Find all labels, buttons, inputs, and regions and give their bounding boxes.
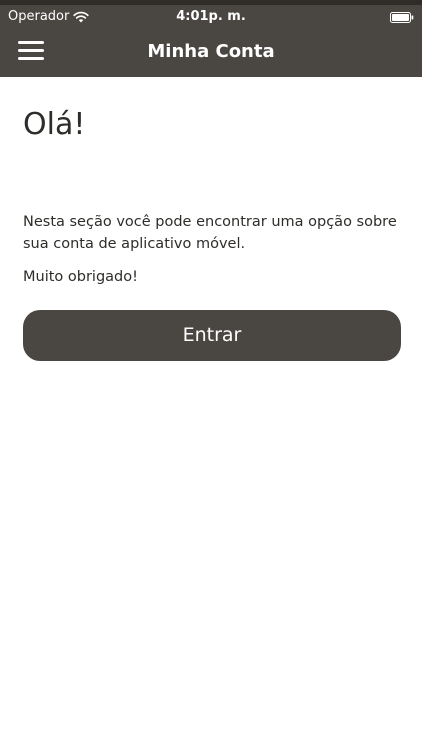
status-bar: Operador 4:01p. m.	[0, 5, 422, 29]
navigation-bar: Minha Conta	[0, 29, 422, 77]
status-time: 4:01p. m.	[176, 9, 246, 24]
top-bar: Operador 4:01p. m. Minha Conta	[0, 0, 422, 77]
greeting-heading: Olá!	[23, 107, 86, 142]
login-button[interactable]: Entrar	[23, 310, 401, 361]
app-screen: Operador 4:01p. m. Minha Conta Olá! Nest…	[0, 0, 422, 750]
page-title: Minha Conta	[147, 41, 275, 62]
account-description: Nesta seção você pode encontrar uma opçã…	[23, 214, 397, 252]
battery-icon	[390, 12, 414, 23]
thanks-message: Muito obrigado!	[23, 269, 138, 285]
